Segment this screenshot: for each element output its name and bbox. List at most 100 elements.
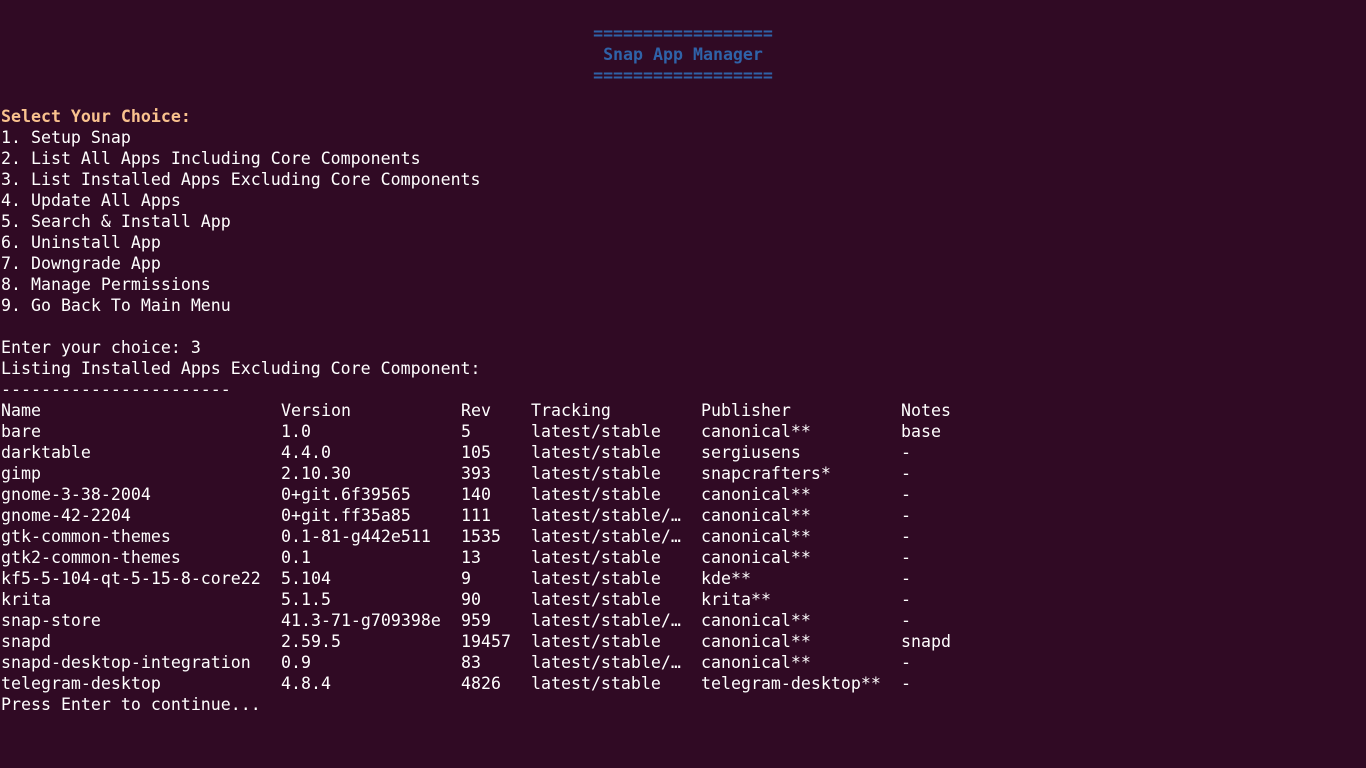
- banner-rule-bottom: ==================: [593, 66, 773, 85]
- cell-name: darktable: [1, 443, 91, 462]
- header-version: Version: [281, 401, 351, 420]
- cell-name: gimp: [1, 464, 41, 483]
- table-row: bare 1.0 5 latest/stable canonical** bas…: [1, 421, 941, 442]
- cell-publisher: canonical**: [701, 653, 811, 672]
- menu-item: 4. Update All Apps: [1, 191, 181, 210]
- cell-tracking: latest/stable: [531, 632, 661, 651]
- cell-name: telegram-desktop: [1, 674, 161, 693]
- cell-notes: -: [901, 485, 911, 504]
- cell-tracking: latest/stable: [531, 443, 661, 462]
- menu-item: 1. Setup Snap: [1, 128, 131, 147]
- cell-name: bare: [1, 422, 41, 441]
- cell-publisher: snapcrafters*: [701, 464, 831, 483]
- cell-tracking: latest/stable: [531, 422, 661, 441]
- cell-notes: -: [901, 569, 911, 588]
- cell-notes: -: [901, 506, 911, 525]
- cell-tracking: latest/stable/…: [531, 506, 681, 525]
- cell-version: 4.8.4: [281, 674, 331, 693]
- cell-notes: -: [901, 653, 911, 672]
- cell-version: 2.10.30: [281, 464, 351, 483]
- cell-tracking: latest/stable: [531, 674, 661, 693]
- cell-version: 0+git.ff35a85: [281, 506, 411, 525]
- cell-tracking: latest/stable: [531, 464, 661, 483]
- cell-notes: -: [901, 464, 911, 483]
- cell-publisher: kde**: [701, 569, 751, 588]
- cell-tracking: latest/stable/…: [531, 653, 681, 672]
- choice-prompt: Enter your choice: 3: [1, 338, 201, 357]
- cell-notes: -: [901, 590, 911, 609]
- cell-publisher: canonical**: [701, 422, 811, 441]
- cell-publisher: canonical**: [701, 548, 811, 567]
- cell-notes: snapd: [901, 632, 951, 651]
- banner-rule-top: ==================: [593, 24, 773, 43]
- banner-title: Snap App Manager: [603, 45, 763, 64]
- table-row: kf5-5-104-qt-5-15-8-core22 5.104 9 lates…: [1, 568, 911, 589]
- cell-notes: -: [901, 548, 911, 567]
- cell-rev: 13: [461, 548, 481, 567]
- table-row: gimp 2.10.30 393 latest/stable snapcraft…: [1, 463, 911, 484]
- menu-item: 6. Uninstall App: [1, 233, 161, 252]
- table-row: gnome-42-2204 0+git.ff35a85 111 latest/s…: [1, 505, 911, 526]
- cell-notes: base: [901, 422, 941, 441]
- table-row: krita 5.1.5 90 latest/stable krita** -: [1, 589, 911, 610]
- cell-rev: 105: [461, 443, 491, 462]
- cell-version: 1.0: [281, 422, 311, 441]
- cell-rev: 140: [461, 485, 491, 504]
- cell-rev: 959: [461, 611, 491, 630]
- menu-item: 7. Downgrade App: [1, 254, 161, 273]
- table-row: snap-store 41.3-71-g709398e 959 latest/s…: [1, 610, 911, 631]
- cell-name: gtk-common-themes: [1, 527, 171, 546]
- table-header: Name Version Rev Tracking Publisher Note…: [1, 400, 951, 421]
- cell-notes: -: [901, 527, 911, 546]
- cell-publisher: canonical**: [701, 632, 811, 651]
- cell-version: 5.104: [281, 569, 331, 588]
- cell-version: 41.3-71-g709398e: [281, 611, 441, 630]
- cell-tracking: latest/stable: [531, 548, 661, 567]
- cell-version: 5.1.5: [281, 590, 331, 609]
- cell-tracking: latest/stable: [531, 590, 661, 609]
- cell-publisher: canonical**: [701, 527, 811, 546]
- cell-rev: 1535: [461, 527, 501, 546]
- cell-name: gnome-42-2204: [1, 506, 131, 525]
- cell-publisher: canonical**: [701, 485, 811, 504]
- cell-rev: 90: [461, 590, 481, 609]
- header-publisher: Publisher: [701, 401, 791, 420]
- cell-publisher: canonical**: [701, 611, 811, 630]
- table-row: snapd 2.59.5 19457 latest/stable canonic…: [1, 631, 951, 652]
- cell-publisher: sergiusens: [701, 443, 801, 462]
- cell-tracking: latest/stable: [531, 569, 661, 588]
- cell-rev: 19457: [461, 632, 511, 651]
- menu-item: 9. Go Back To Main Menu: [1, 296, 231, 315]
- cell-name: snapd-desktop-integration: [1, 653, 251, 672]
- cell-name: kf5-5-104-qt-5-15-8-core22: [1, 569, 261, 588]
- menu-item: 3. List Installed Apps Excluding Core Co…: [1, 170, 481, 189]
- cell-tracking: latest/stable/…: [531, 527, 681, 546]
- cell-rev: 4826: [461, 674, 501, 693]
- table-row: gtk2-common-themes 0.1 13 latest/stable …: [1, 547, 911, 568]
- menu-heading: Select Your Choice:: [1, 107, 191, 126]
- cell-publisher: krita**: [701, 590, 771, 609]
- table-row: snapd-desktop-integration 0.9 83 latest/…: [1, 652, 911, 673]
- cell-publisher: telegram-desktop**: [701, 674, 881, 693]
- table-row: telegram-desktop 4.8.4 4826 latest/stabl…: [1, 673, 911, 694]
- cell-version: 2.59.5: [281, 632, 341, 651]
- header-notes: Notes: [901, 401, 951, 420]
- header-tracking: Tracking: [531, 401, 611, 420]
- header-name: Name: [1, 401, 41, 420]
- listing-separator: -----------------------: [1, 380, 231, 399]
- cell-name: gnome-3-38-2004: [1, 485, 151, 504]
- cell-version: 4.4.0: [281, 443, 331, 462]
- terminal-window[interactable]: ================== Snap App Manager ====…: [0, 0, 1366, 768]
- cell-rev: 9: [461, 569, 471, 588]
- listing-title: Listing Installed Apps Excluding Core Co…: [1, 359, 481, 378]
- cell-publisher: canonical**: [701, 506, 811, 525]
- cell-rev: 111: [461, 506, 491, 525]
- cell-version: 0.1: [281, 548, 311, 567]
- cell-notes: -: [901, 611, 911, 630]
- cell-tracking: latest/stable: [531, 485, 661, 504]
- table-row: darktable 4.4.0 105 latest/stable sergiu…: [1, 442, 911, 463]
- cell-name: krita: [1, 590, 51, 609]
- cell-name: snap-store: [1, 611, 101, 630]
- table-row: gnome-3-38-2004 0+git.6f39565 140 latest…: [1, 484, 911, 505]
- menu-item: 2. List All Apps Including Core Componen…: [1, 149, 421, 168]
